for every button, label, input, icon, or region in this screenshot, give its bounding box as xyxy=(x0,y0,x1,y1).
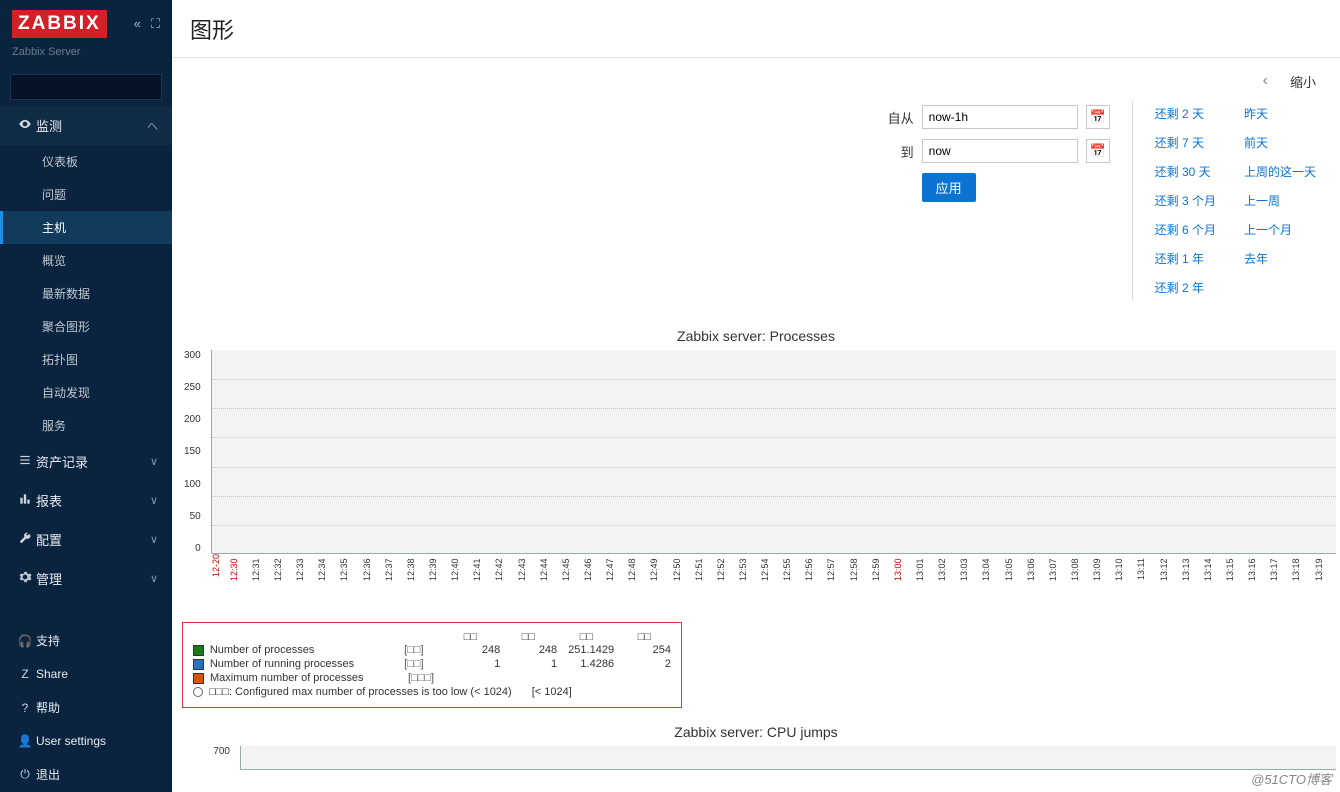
plot-area[interactable] xyxy=(211,350,1336,554)
eye-icon xyxy=(14,117,36,134)
y-axis: 300250200150100500 xyxy=(184,350,211,554)
to-input[interactable] xyxy=(922,139,1078,163)
quick-link[interactable]: 上一个月 xyxy=(1244,221,1316,238)
legend-row: Maximum number of processes[□□□] xyxy=(193,671,671,685)
sidebar-item[interactable]: 聚合图形 xyxy=(0,310,172,343)
search-input[interactable] xyxy=(11,80,182,94)
power-icon: ⏻ xyxy=(14,767,36,782)
prev-chevron-icon[interactable]: ‹ xyxy=(1257,72,1274,90)
trigger-text: □□□: Configured max number of processes … xyxy=(209,686,512,698)
to-label: 到 xyxy=(874,142,914,161)
expand-icon[interactable]: ⛶ xyxy=(151,16,160,32)
collapse-icon[interactable]: « xyxy=(134,16,141,32)
time-filter-form: 自从 📅 到 📅 应用 xyxy=(874,101,1110,300)
nav-section-label: 报表 xyxy=(36,491,62,510)
help-link[interactable]: ?帮助 xyxy=(0,690,172,725)
from-input[interactable] xyxy=(922,105,1078,129)
quick-link[interactable]: 上一周 xyxy=(1244,192,1316,209)
chevron-down-icon: ∨ xyxy=(150,455,158,468)
quick-link[interactable]: 去年 xyxy=(1244,250,1316,267)
page-title: 图形 xyxy=(190,13,234,45)
sidebar-item[interactable]: 问题 xyxy=(0,178,172,211)
main: 图形 ‹ 缩小 自从 📅 到 xyxy=(172,0,1340,792)
chevron-up-icon: ヘ xyxy=(147,118,158,134)
plot-area[interactable] xyxy=(240,746,1336,770)
trigger-cond: [< 1024] xyxy=(532,686,572,698)
sidebar-item[interactable]: 服务 xyxy=(0,409,172,442)
chart-processes: Zabbix server: Processes 300250200150100… xyxy=(172,328,1340,708)
headset-icon: 🎧 xyxy=(14,634,36,648)
chart-cpu-jumps: Zabbix server: CPU jumps 700 xyxy=(172,724,1340,770)
quick-link[interactable]: 前天 xyxy=(1244,134,1316,151)
z-icon: Z xyxy=(14,667,36,681)
quick-link[interactable]: 上周的这一天 xyxy=(1244,163,1316,180)
nav-section-monitor[interactable]: 监测 ヘ xyxy=(0,106,172,145)
list-icon xyxy=(14,453,36,470)
trigger-icon xyxy=(193,687,203,697)
nav: 监测 ヘ 仪表板问题主机概览最新数据聚合图形拓扑图自动发现服务 资产记录 ∨ 报… xyxy=(0,106,172,623)
question-icon: ? xyxy=(14,701,36,715)
nav-section-inventory[interactable]: 资产记录 ∨ xyxy=(0,442,172,481)
chart-title: Zabbix server: CPU jumps xyxy=(172,724,1340,740)
chart-title: Zabbix server: Processes xyxy=(172,328,1340,344)
search-box[interactable] xyxy=(10,74,162,100)
quick-link[interactable]: 还剩 30 天 xyxy=(1155,163,1216,180)
chevron-down-icon: ∨ xyxy=(150,572,158,585)
chevron-down-icon: ∨ xyxy=(150,494,158,507)
sidebar-item[interactable]: 仪表板 xyxy=(0,145,172,178)
nav-section-label: 配置 xyxy=(36,530,62,549)
apply-button[interactable]: 应用 xyxy=(922,173,976,202)
nav-bottom: 🎧支持 ZShare ?帮助 👤User settings ⏻退出 xyxy=(0,623,172,792)
topbar: 图形 xyxy=(172,0,1340,58)
nav-section-config[interactable]: 配置 ∨ xyxy=(0,520,172,559)
quick-link[interactable]: 还剩 7 天 xyxy=(1155,134,1216,151)
nav-section-label: 管理 xyxy=(36,569,62,588)
from-label: 自从 xyxy=(874,108,914,127)
sidebar-item[interactable]: 自动发现 xyxy=(0,376,172,409)
user-icon: 👤 xyxy=(14,734,36,748)
sidebar: ZABBIX « ⛶ Zabbix Server 监测 ヘ 仪表板 xyxy=(0,0,172,792)
chart-icon xyxy=(14,492,36,509)
legend-row: Number of processes[□□]248248251.1429254 xyxy=(193,643,671,657)
chevron-down-icon: ∨ xyxy=(150,533,158,546)
calendar-icon[interactable]: 📅 xyxy=(1086,139,1110,163)
watermark: @51CTO博客 xyxy=(1251,769,1332,788)
quick-link[interactable]: 昨天 xyxy=(1244,105,1316,122)
sidebar-item[interactable]: 主机 xyxy=(0,211,172,244)
server-name: Zabbix Server xyxy=(12,46,160,58)
sidebar-item[interactable]: 拓扑图 xyxy=(0,343,172,376)
nav-section-label: 资产记录 xyxy=(36,452,88,471)
support-link[interactable]: 🎧支持 xyxy=(0,623,172,658)
sidebar-item[interactable]: 最新数据 xyxy=(0,277,172,310)
zoom-out-button[interactable]: 缩小 xyxy=(1290,72,1316,91)
nav-section-label: 监测 xyxy=(36,116,62,135)
gear-icon xyxy=(14,570,36,587)
quick-link[interactable]: 还剩 1 年 xyxy=(1155,250,1216,267)
wrench-icon xyxy=(14,531,36,548)
x-date-label: 12-20 xyxy=(211,554,229,616)
nav-section-admin[interactable]: 管理 ∨ xyxy=(0,559,172,598)
nav-section-reports[interactable]: 报表 ∨ xyxy=(0,481,172,520)
user-settings-link[interactable]: 👤User settings xyxy=(0,725,172,757)
x-axis: 12:3012:3112:3212:3312:3412:3512:3612:37… xyxy=(229,558,1336,616)
quick-link[interactable]: 还剩 6 个月 xyxy=(1155,221,1216,238)
share-link[interactable]: ZShare xyxy=(0,658,172,690)
logout-link[interactable]: ⏻退出 xyxy=(0,757,172,792)
legend-row: Number of running processes[□□]111.42862 xyxy=(193,657,671,671)
chart-legend: □□□□□□□□ Number of processes[□□]24824825… xyxy=(182,622,682,708)
y-axis: 700 xyxy=(184,746,240,770)
quick-link[interactable]: 还剩 2 年 xyxy=(1155,279,1216,296)
quick-link[interactable]: 还剩 3 个月 xyxy=(1155,192,1216,209)
quick-links: 还剩 2 天还剩 7 天还剩 30 天还剩 3 个月还剩 6 个月还剩 1 年还… xyxy=(1132,101,1316,300)
quick-link[interactable]: 还剩 2 天 xyxy=(1155,105,1216,122)
calendar-icon[interactable]: 📅 xyxy=(1086,105,1110,129)
logo: ZABBIX xyxy=(12,10,107,38)
sidebar-item[interactable]: 概览 xyxy=(0,244,172,277)
